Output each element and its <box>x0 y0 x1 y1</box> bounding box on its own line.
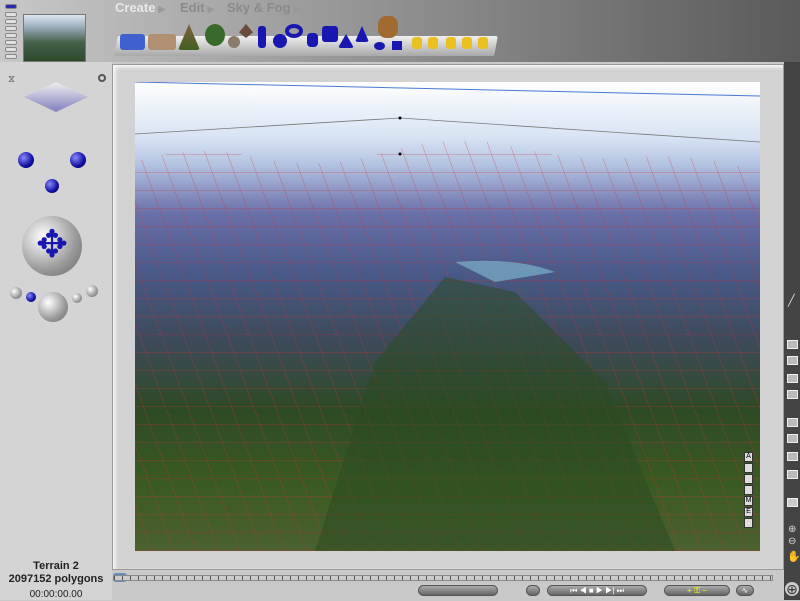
rock-icon[interactable] <box>228 36 240 48</box>
globe-icon[interactable]: ⊕ <box>785 582 799 596</box>
fly-ball[interactable] <box>38 292 68 322</box>
label-solid[interactable] <box>744 463 753 473</box>
label-gear[interactable] <box>744 485 753 495</box>
pan-ball[interactable] <box>26 292 36 302</box>
align-icon[interactable] <box>787 418 798 427</box>
square-icon[interactable] <box>392 41 402 50</box>
label-copy[interactable] <box>744 474 753 484</box>
view-button[interactable] <box>5 4 17 9</box>
nano-preview[interactable] <box>23 14 86 62</box>
memory-dots-button[interactable] <box>418 585 498 596</box>
menu-edit[interactable]: Edit ▶ <box>180 0 214 15</box>
view-button[interactable] <box>5 19 17 24</box>
label-up[interactable] <box>744 518 753 528</box>
torus-icon[interactable] <box>285 24 303 38</box>
zoom-in-icon[interactable]: ⊕ <box>788 524 796 535</box>
time-display: 00:00:00.00 <box>29 589 83 600</box>
animation-timeline[interactable] <box>113 575 773 581</box>
label-m[interactable]: M <box>744 496 753 506</box>
hand-icon[interactable]: ✋ <box>787 550 800 563</box>
view-button[interactable] <box>5 54 17 59</box>
playback-controls[interactable]: ⏮ ◀ ■ ▶ ▶| ⏭ <box>547 585 647 596</box>
view-button[interactable] <box>5 33 17 38</box>
water-plane-icon[interactable] <box>120 34 145 50</box>
menu-sky-fog-label: Sky & Fog <box>227 0 291 15</box>
polygon-count: 2097152 polygons <box>8 573 104 585</box>
material-icon[interactable] <box>787 390 798 399</box>
bounding-handle[interactable] <box>398 152 402 156</box>
disc-icon[interactable] <box>374 42 385 50</box>
parallel-light-icon[interactable] <box>462 37 472 49</box>
cylinder-icon[interactable] <box>307 33 318 47</box>
family-icon[interactable] <box>787 340 798 349</box>
attributes-icon[interactable] <box>787 434 798 443</box>
animation-curve-button[interactable]: ∿ <box>736 585 754 596</box>
group-icon[interactable] <box>787 374 798 383</box>
options-icon[interactable] <box>98 74 106 82</box>
view-button[interactable] <box>5 47 17 52</box>
trackball-xy-icon[interactable] <box>45 179 59 193</box>
zoom-ball[interactable] <box>10 287 22 299</box>
keyframe-controls[interactable]: + ⚿ − <box>664 585 730 596</box>
view-button[interactable] <box>5 40 17 45</box>
spotlight-icon[interactable] <box>428 37 438 49</box>
pan-ball-2[interactable] <box>72 293 82 303</box>
link-icon[interactable] <box>787 356 798 365</box>
view-label-stack: A M E <box>744 452 754 529</box>
drop-icon[interactable] <box>787 470 798 479</box>
zoom-out-icon[interactable]: ⊖ <box>788 536 796 547</box>
bounding-box <box>135 117 760 143</box>
ground-plane-icon[interactable] <box>148 34 176 50</box>
edit-toolbar: ╱ ⊕ ⊖ ✋ ⊕ <box>784 62 800 600</box>
cube-icon[interactable] <box>322 26 338 42</box>
radial-light-icon[interactable] <box>412 37 422 49</box>
cone-icon[interactable] <box>355 26 369 42</box>
move-arrows-icon: ✥ <box>36 224 68 266</box>
bounding-handle[interactable] <box>398 116 402 120</box>
label-a[interactable]: A <box>744 452 753 462</box>
figure-import-icon[interactable] <box>378 16 398 38</box>
trackball-xz-icon[interactable] <box>18 152 34 168</box>
render-view[interactable] <box>135 82 760 551</box>
tree-icon[interactable] <box>205 24 225 46</box>
menu-edit-label: Edit <box>180 0 205 15</box>
cube-view-icon[interactable] <box>787 498 798 507</box>
zoom-ball-2[interactable] <box>86 285 98 297</box>
control-palette: ⧖ ✥ <box>0 62 112 600</box>
top-toolbar: Create ▶ Edit ▶ Sky & Fog ▶ <box>0 0 800 62</box>
status-area: Terrain 2 2097152 polygons 00:00:00.00 <box>0 560 112 601</box>
brush-icon[interactable]: ╱ <box>788 294 795 307</box>
menu-create[interactable]: Create ▶ <box>115 0 165 15</box>
square-spotlight-icon[interactable] <box>446 37 456 49</box>
options-button[interactable] <box>526 585 540 596</box>
trackball-yz-icon[interactable] <box>70 152 86 168</box>
wireframe-overlay <box>135 82 760 551</box>
hourglass-icon: ⧖ <box>8 74 16 85</box>
view-button[interactable] <box>5 12 17 17</box>
menu-sky-fog[interactable]: Sky & Fog ▶ <box>227 0 301 15</box>
menu-create-label: Create <box>115 0 156 15</box>
view-control-icon[interactable] <box>24 82 88 112</box>
metaball-icon[interactable] <box>258 26 266 48</box>
bounding-edge <box>135 82 760 97</box>
land-icon[interactable] <box>787 452 798 461</box>
object-name: Terrain 2 <box>33 560 79 572</box>
view-button[interactable] <box>5 26 17 31</box>
light-icon[interactable] <box>478 37 488 49</box>
sphere-icon[interactable] <box>273 34 287 48</box>
label-e[interactable]: E <box>744 507 753 517</box>
